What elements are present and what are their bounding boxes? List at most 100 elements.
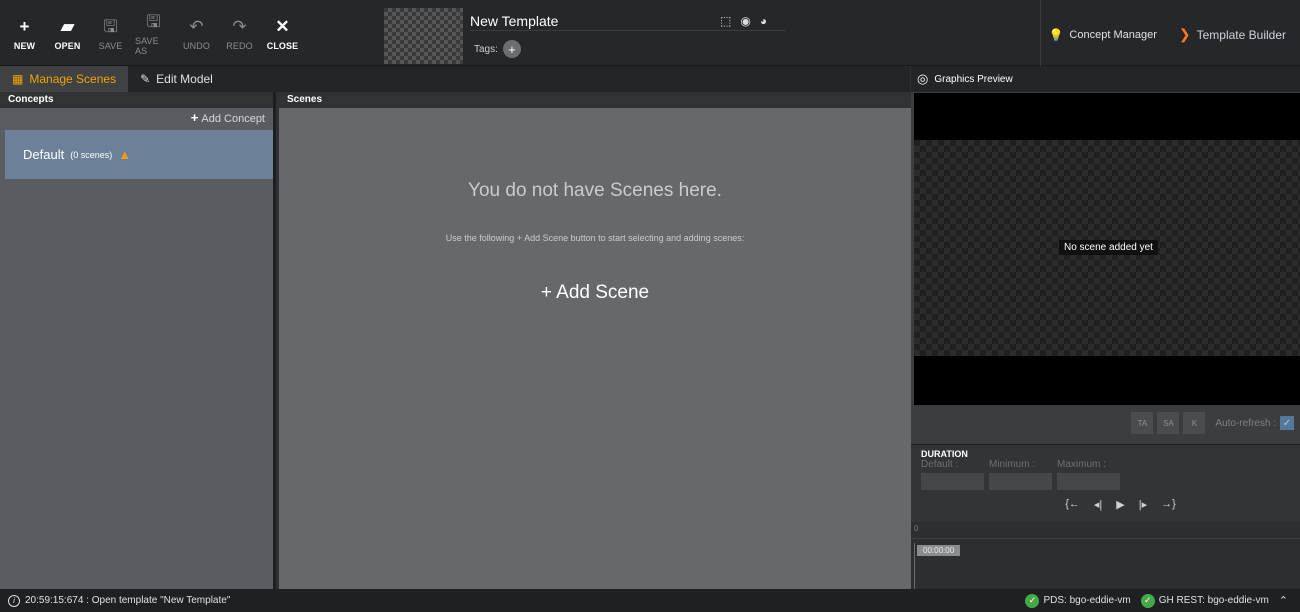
add-scene-button[interactable]: + Add Scene (279, 282, 911, 304)
open-label: OPEN (54, 40, 81, 51)
save-as-icon: 🖫 (146, 11, 161, 31)
add-tag-button[interactable]: + (502, 40, 521, 58)
template-builder-icon: ❯ (1178, 26, 1191, 42)
save-as-button[interactable]: 🖫 SAVE AS (135, 0, 172, 66)
template-thumbnail[interactable] (384, 8, 463, 64)
preview-eye-icon: ◎ (917, 71, 929, 86)
tags-row: Tags: + (474, 40, 521, 58)
step-back-icon[interactable]: ◂| (1094, 498, 1102, 516)
template-actions: ⬚ ◉ ◕ (720, 14, 767, 28)
preview-canvas: No scene added yet (914, 93, 1300, 405)
auto-refresh-checkbox[interactable]: ✓ (1280, 416, 1294, 430)
duration-title: DURATION (921, 449, 968, 459)
graphics-preview-title: Graphics Preview (934, 73, 1013, 85)
timeline-zero: 0 (914, 524, 919, 533)
timeline-track[interactable] (914, 543, 1300, 589)
timeline-ruler (911, 538, 1300, 539)
tab-edit-model-label: Edit Model (156, 72, 213, 86)
add-concept-label: Add Concept (201, 113, 265, 125)
close-icon: ✕ (275, 16, 290, 36)
eye-icon[interactable]: ◉ (740, 14, 750, 28)
concept-manager-link[interactable]: 💡 Concept Manager (1048, 28, 1156, 42)
duration-inputs (911, 473, 1300, 490)
no-scene-label: No scene added yet (1059, 240, 1158, 255)
graphics-preview-panel: ◎ Graphics Preview No scene added yet TA… (911, 66, 1300, 589)
graphics-preview-header: ◎ Graphics Preview (911, 66, 1300, 92)
open-button[interactable]: ▰ OPEN (49, 0, 86, 66)
transport-controls: {← ◂| ▶ |▸ →} (911, 498, 1300, 516)
redo-button[interactable]: ↷ REDO (221, 0, 258, 66)
plus-icon: + (19, 16, 30, 36)
concept-item-default[interactable]: Default (0 scenes) ▲ (5, 130, 273, 179)
default-label: Default : (921, 459, 959, 470)
toolbar-buttons: + NEW ▰ OPEN 🖫 SAVE 🖫 SAVE AS ↶ UNDO ↷ R (0, 0, 301, 65)
app-window: + NEW ▰ OPEN 🖫 SAVE 🖫 SAVE AS ↶ UNDO ↷ R (0, 0, 1300, 612)
maximum-duration-field[interactable] (1057, 473, 1120, 490)
timeline: 0 00:00:00 (911, 522, 1300, 589)
redo-icon: ↷ (232, 16, 247, 36)
save-label: SAVE (98, 40, 123, 51)
folder-icon: ▰ (60, 16, 75, 36)
sa-button[interactable]: SA (1157, 412, 1180, 434)
undo-label: UNDO (183, 40, 210, 51)
check-icon: ✓ (1282, 417, 1292, 429)
toolbar-divider (1040, 0, 1041, 66)
concept-manager-label: Concept Manager (1069, 28, 1157, 41)
tags-label: Tags: (474, 43, 498, 55)
edit-icon[interactable]: ⬚ (720, 14, 731, 28)
save-button[interactable]: 🖫 SAVE (92, 0, 129, 66)
go-to-end-icon[interactable]: →} (1161, 498, 1176, 516)
check-circle-icon: ✓ (1140, 593, 1155, 608)
check-circle-icon: ✓ (1025, 593, 1040, 608)
info-icon: i (8, 594, 20, 607)
k-button[interactable]: K (1183, 412, 1206, 434)
scenes-header: Scenes (279, 92, 911, 108)
concepts-panel: Concepts + Add Concept Default (0 scenes)… (0, 92, 276, 589)
top-toolbar: + NEW ▰ OPEN 🖫 SAVE 🖫 SAVE AS ↶ UNDO ↷ R (0, 0, 1300, 66)
undo-button[interactable]: ↶ UNDO (178, 0, 215, 66)
concept-name: Default (23, 147, 65, 162)
concept-scene-count: (0 scenes) (70, 149, 113, 160)
new-button[interactable]: + NEW (6, 0, 43, 66)
close-button[interactable]: ✕ CLOSE (264, 0, 301, 66)
gh-rest-label: GH REST: bgo-eddie-vm (1158, 595, 1269, 606)
duration-labels: Default : Minimum : Maximum : (911, 459, 1300, 471)
minimum-label: Minimum : (989, 459, 1036, 470)
gh-rest-status[interactable]: ✓ GH REST: bgo-eddie-vm (1140, 593, 1269, 608)
empty-scenes-hint: Use the following + Add Scene button to … (445, 233, 745, 243)
new-label: NEW (13, 40, 36, 51)
lightbulb-icon: 💡 (1048, 27, 1064, 42)
plus-icon: + (190, 110, 199, 125)
tab-manage-scenes-label: Manage Scenes (29, 72, 117, 86)
play-icon[interactable]: ▶ (1116, 498, 1124, 516)
edit-model-icon: ✎ (140, 72, 151, 86)
timeline-time-marker[interactable]: 00:00:00 (917, 545, 961, 556)
step-forward-icon[interactable]: |▸ (1139, 498, 1147, 516)
empty-scenes-title: You do not have Scenes here. (468, 180, 722, 201)
chevron-up-icon[interactable]: ⌃ (1279, 594, 1288, 607)
status-message: 20:59:15:674 : Open template "New Templa… (25, 595, 231, 606)
concepts-header: Concepts (0, 92, 273, 108)
scenes-panel: Scenes You do not have Scenes here. Use … (279, 92, 911, 589)
close-label: CLOSE (266, 40, 299, 51)
tab-edit-model[interactable]: ✎ Edit Model (128, 66, 225, 92)
go-to-start-icon[interactable]: {← (1065, 498, 1080, 516)
warning-icon: ▲ (118, 147, 132, 162)
ta-button[interactable]: TA (1131, 412, 1154, 434)
status-bar: i 20:59:15:674 : Open template "New Temp… (0, 589, 1300, 612)
main-tabs: ▦ Manage Scenes ✎ Edit Model (0, 66, 910, 92)
scenes-icon: ▦ (12, 72, 24, 86)
add-concept-button[interactable]: + Add Concept (0, 108, 273, 128)
pds-status[interactable]: ✓ PDS: bgo-eddie-vm (1025, 593, 1131, 608)
minimum-duration-field[interactable] (989, 473, 1052, 490)
auto-refresh-label: Auto-refresh : (1215, 417, 1276, 429)
top-right-links: 💡 Concept Manager ❯ Template Builder (1048, 26, 1286, 43)
template-builder-link[interactable]: ❯ Template Builder (1179, 26, 1286, 43)
undo-icon: ↶ (189, 16, 204, 36)
pie-icon[interactable]: ◕ (760, 14, 767, 28)
save-as-label: SAVE AS (135, 35, 159, 56)
tab-manage-scenes[interactable]: ▦ Manage Scenes (0, 66, 129, 92)
connection-status: ✓ PDS: bgo-eddie-vm ✓ GH REST: bgo-eddie… (1025, 589, 1288, 612)
template-builder-label: Template Builder (1196, 27, 1286, 42)
default-duration-field[interactable] (921, 473, 984, 490)
